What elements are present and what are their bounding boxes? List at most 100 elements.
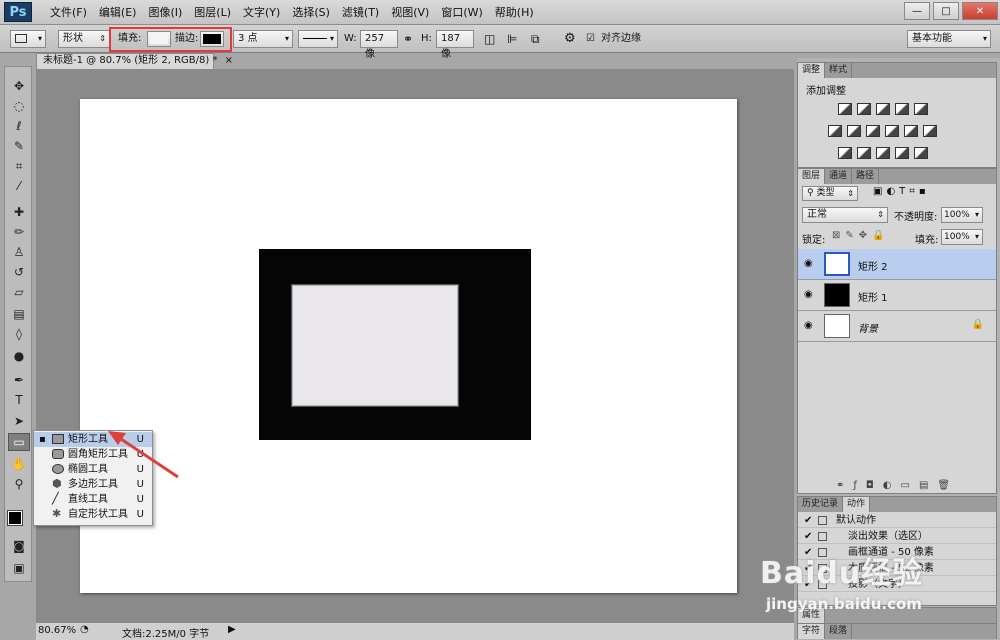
gradient-tool-icon[interactable]: ▤ (8, 305, 30, 323)
brightness-icon[interactable] (838, 103, 852, 115)
channel-mixer-icon[interactable] (904, 125, 918, 137)
menu-items: 文件(F) 编辑(E) 图像(I) 图层(L) 文字(Y) 选择(S) 滤镜(T… (44, 0, 540, 25)
link-icon[interactable]: ⚭ (403, 30, 413, 48)
path-alignment-icon[interactable]: ⊫ (507, 30, 517, 48)
zoom-level[interactable]: 80.67% (38, 625, 76, 636)
mode-select[interactable]: 形状 ⇕ (58, 30, 110, 48)
zoom-tool-icon[interactable]: ⚲ (8, 475, 30, 493)
lasso-tool-icon[interactable]: ℓ (8, 117, 30, 135)
exposure-icon[interactable] (895, 103, 909, 115)
screen-mode-icon[interactable]: ▣ (8, 559, 30, 577)
status-arrow-icon[interactable]: ▶ (228, 624, 236, 635)
tab-actions[interactable]: 动作 (843, 497, 871, 512)
blur-tool-icon[interactable]: ◊ (8, 325, 30, 343)
quick-select-tool-icon[interactable]: ✎ (8, 137, 30, 155)
foreground-color[interactable] (7, 510, 23, 526)
stroke-swatch[interactable] (200, 31, 224, 47)
height-label: H: (421, 33, 432, 44)
quick-mask-icon[interactable]: ◙ (8, 537, 30, 555)
eye-icon[interactable]: ◉ (804, 320, 813, 331)
action-row[interactable]: ✔ 淡出效果（选区） (798, 529, 996, 544)
workspace-select[interactable]: 基本功能 ▾ (907, 30, 991, 48)
hand-tool-icon[interactable]: ✋ (8, 455, 30, 473)
color-balance-icon[interactable] (847, 125, 861, 137)
close-button[interactable]: ✕ (962, 2, 998, 20)
tab-layers[interactable]: 图层 (798, 169, 826, 184)
opacity-input[interactable]: 100% ▾ (941, 207, 983, 223)
invert-icon[interactable] (838, 147, 852, 159)
tab-paths[interactable]: 路径 (852, 169, 880, 184)
healing-brush-tool-icon[interactable]: ✚ (8, 203, 30, 221)
menu-select[interactable]: 选择(S) (286, 0, 336, 25)
menu-edit[interactable]: 编辑(E) (93, 0, 143, 25)
rectangle-2-shape[interactable] (291, 284, 459, 407)
fill-swatch[interactable] (147, 31, 171, 47)
height-input[interactable]: 187 像 (436, 30, 474, 60)
selective-color-icon[interactable] (914, 147, 928, 159)
tool-preset-picker[interactable]: ▾ (10, 30, 46, 48)
align-edges-checkbox[interactable]: ☑ (586, 30, 595, 48)
levels-icon[interactable] (857, 103, 871, 115)
layer-row[interactable]: ◉ 矩形 2 (798, 249, 996, 280)
layer-filter-select[interactable]: ⚲ 类型 ⇕ (802, 186, 858, 201)
layer-row[interactable]: ◉ 背景 🔒 (798, 311, 996, 342)
menu-window[interactable]: 窗口(W) (435, 0, 488, 25)
eraser-tool-icon[interactable]: ▱ (8, 283, 30, 301)
menu-layer[interactable]: 图层(L) (188, 0, 237, 25)
flyout-line-tool[interactable]: ╱ 直线工具 U (34, 492, 152, 507)
path-arrangement-icon[interactable]: ⧉ (531, 30, 540, 48)
dodge-tool-icon[interactable]: ● (8, 347, 30, 365)
document-tab[interactable]: 未标题-1 @ 80.7% (矩形 2, RGB/8) * × (36, 53, 233, 69)
hue-saturation-icon[interactable] (828, 125, 842, 137)
rectangle-tool-icon[interactable]: ▭ (8, 433, 30, 451)
layer-actions-icons[interactable]: ⚭ƒ◘◐▭▤🗑 (836, 480, 959, 491)
menu-help[interactable]: 帮助(H) (489, 0, 540, 25)
path-select-tool-icon[interactable]: ➤ (8, 412, 30, 430)
fill-input[interactable]: 100% ▾ (941, 229, 983, 245)
tab-history[interactable]: 历史记录 (798, 497, 844, 512)
menu-image[interactable]: 图像(I) (142, 0, 188, 25)
eyedropper-tool-icon[interactable]: ⁄ (8, 177, 30, 195)
minimize-button[interactable]: — (904, 2, 930, 20)
marquee-tool-icon[interactable]: ◌ (8, 97, 30, 115)
action-row[interactable]: ✔ 默认动作 (798, 513, 996, 528)
tab-adjustments[interactable]: 调整 (798, 63, 826, 78)
clone-stamp-tool-icon[interactable]: ♙ (8, 243, 30, 261)
tab-channels[interactable]: 通道 (825, 169, 853, 184)
black-white-icon[interactable] (866, 125, 880, 137)
eye-icon[interactable]: ◉ (804, 289, 813, 300)
menu-view[interactable]: 视图(V) (385, 0, 435, 25)
layer-filter-icons[interactable]: ▣◐T⌗▪ (873, 186, 930, 197)
maximize-button[interactable]: □ (933, 2, 959, 20)
move-tool-icon[interactable]: ✥ (8, 77, 30, 95)
stroke-width-input[interactable]: 3 点 ▾ (233, 30, 293, 48)
pen-tool-icon[interactable]: ✒ (8, 371, 30, 389)
history-brush-tool-icon[interactable]: ↺ (8, 263, 30, 281)
eye-icon[interactable]: ◉ (804, 258, 813, 269)
gradient-map-icon[interactable] (895, 147, 909, 159)
blend-mode-select[interactable]: 正常 ⇕ (802, 207, 888, 223)
posterize-icon[interactable] (857, 147, 871, 159)
threshold-icon[interactable] (876, 147, 890, 159)
crop-tool-icon[interactable]: ⌗ (8, 157, 30, 175)
path-operations-icon[interactable]: ◫ (484, 30, 495, 48)
tab-styles[interactable]: 样式 (825, 63, 853, 78)
lock-icons[interactable]: ⊠✎✥🔒 (832, 230, 890, 241)
layer-row[interactable]: ◉ 矩形 1 (798, 280, 996, 311)
close-icon[interactable]: × (225, 55, 233, 66)
width-input[interactable]: 257 像 (360, 30, 398, 60)
brush-tool-icon[interactable]: ✏ (8, 223, 30, 241)
menu-type[interactable]: 文字(Y) (237, 0, 286, 25)
gear-icon[interactable]: ⚙ (564, 30, 576, 48)
tab-character[interactable]: 字符 (798, 624, 826, 639)
color-lookup-icon[interactable] (923, 125, 937, 137)
flyout-custom-shape-tool[interactable]: ✱ 自定形状工具 U (34, 507, 152, 522)
menu-file[interactable]: 文件(F) (44, 0, 93, 25)
vibrance-icon[interactable] (914, 103, 928, 115)
stroke-type-select[interactable]: ▾ (298, 30, 338, 48)
curves-icon[interactable] (876, 103, 890, 115)
photo-filter-icon[interactable] (885, 125, 899, 137)
type-tool-icon[interactable]: T (8, 391, 30, 409)
tab-paragraph[interactable]: 段落 (825, 624, 853, 639)
menu-filter[interactable]: 滤镜(T) (336, 0, 385, 25)
